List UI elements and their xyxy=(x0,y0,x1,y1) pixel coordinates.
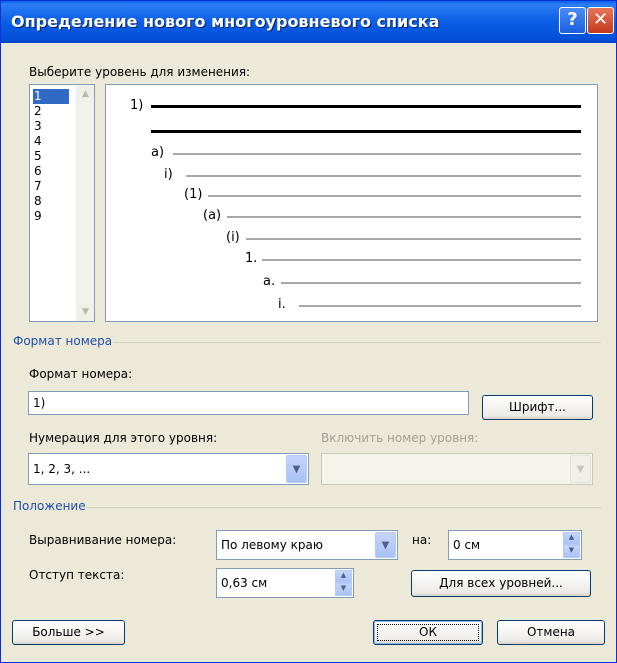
level-item[interactable]: 2 xyxy=(33,104,69,119)
preview-number-2: a) xyxy=(151,145,165,160)
scroll-down-icon[interactable]: ▼ xyxy=(78,304,93,320)
position-group-title: Положение xyxy=(13,499,86,513)
preview-number-4: (1) xyxy=(184,187,203,202)
preview-number-3: i) xyxy=(164,167,173,182)
spin-down-icon[interactable]: ▼ xyxy=(563,545,580,558)
chevron-down-icon[interactable]: ▼ xyxy=(286,455,307,483)
more-button[interactable]: Больше >> xyxy=(12,620,125,645)
level-listbox[interactable]: 1 2 3 4 5 6 7 8 9 ▲ ▼ xyxy=(29,84,95,322)
numbering-style-label: Нумерация для этого уровня: xyxy=(29,431,218,445)
numbering-style-value: 1, 2, 3, ... xyxy=(33,462,91,476)
chevron-down-icon[interactable]: ▼ xyxy=(375,532,396,558)
list-preview: 1) a) i) (1) (a) (i) 1. a. i. xyxy=(105,84,598,322)
preview-number-9: i. xyxy=(278,297,286,312)
level-item[interactable]: 6 xyxy=(33,164,69,179)
spin-up-icon[interactable]: ▲ xyxy=(335,570,352,583)
group-divider xyxy=(87,507,601,508)
help-button[interactable]: ? xyxy=(559,7,586,34)
ok-button[interactable]: ОК xyxy=(373,620,483,645)
preview-line xyxy=(281,282,581,284)
preview-number-1: 1) xyxy=(130,98,144,113)
align-at-spinner[interactable]: ▲ ▼ xyxy=(563,532,580,558)
preview-line xyxy=(151,105,581,108)
numbering-style-select[interactable]: 1, 2, 3, ... ▼ xyxy=(28,453,309,485)
title-bar[interactable]: Определение нового многоуровневого списк… xyxy=(1,1,616,43)
number-format-input[interactable]: 1) xyxy=(28,391,469,415)
number-format-group-title: Формат номера xyxy=(13,334,113,348)
preview-line xyxy=(227,216,581,218)
cancel-button[interactable]: Отмена xyxy=(497,620,605,645)
preview-line xyxy=(208,195,581,197)
align-at-input[interactable]: 0 см ▲ ▼ xyxy=(448,530,582,560)
scroll-up-icon[interactable]: ▲ xyxy=(78,86,93,102)
preview-line xyxy=(186,175,581,177)
preview-line xyxy=(299,305,581,307)
dialog-window: Определение нового многоуровневого списк… xyxy=(0,0,617,663)
align-label: Выравнивание номера: xyxy=(29,533,177,547)
spin-down-icon[interactable]: ▼ xyxy=(335,583,352,596)
indent-label: Отступ текста: xyxy=(29,568,125,582)
chevron-down-icon[interactable]: ▼ xyxy=(570,455,591,483)
number-align-value: По левому краю xyxy=(221,538,323,552)
preview-number-6: (i) xyxy=(226,230,240,245)
text-indent-spinner[interactable]: ▲ ▼ xyxy=(335,570,352,596)
preview-line xyxy=(151,130,581,133)
preview-line xyxy=(246,238,581,240)
text-indent-value: 0,63 см xyxy=(221,576,268,590)
level-item[interactable]: 4 xyxy=(33,134,69,149)
align-at-label: на: xyxy=(412,533,432,547)
font-button[interactable]: Шрифт... xyxy=(482,395,593,420)
level-item[interactable]: 7 xyxy=(33,179,69,194)
format-label: Формат номера: xyxy=(29,367,133,381)
close-button[interactable]: ✕ xyxy=(587,7,614,34)
include-level-label: Включить номер уровня: xyxy=(321,431,479,445)
align-at-value: 0 см xyxy=(453,538,481,552)
group-divider xyxy=(113,342,601,343)
preview-number-8: a. xyxy=(263,274,276,289)
include-level-select[interactable]: ▼ xyxy=(321,453,593,485)
spin-up-icon[interactable]: ▲ xyxy=(563,532,580,545)
level-item[interactable]: 1 xyxy=(33,89,69,104)
number-align-select[interactable]: По левому краю ▼ xyxy=(216,530,398,560)
preview-line xyxy=(262,259,581,261)
preview-line xyxy=(173,153,581,155)
preview-number-5: (a) xyxy=(203,208,222,223)
level-item[interactable]: 3 xyxy=(33,119,69,134)
level-select-label: Выберите уровень для изменения: xyxy=(29,65,251,79)
level-item[interactable]: 5 xyxy=(33,149,69,164)
level-list-scrollbar[interactable]: ▲ ▼ xyxy=(76,85,94,321)
focus-ring xyxy=(377,624,479,641)
text-indent-input[interactable]: 0,63 см ▲ ▼ xyxy=(216,568,354,598)
level-item[interactable]: 9 xyxy=(33,209,69,224)
preview-number-7: 1. xyxy=(245,251,258,266)
dialog-title: Определение нового многоуровневого списк… xyxy=(11,12,440,31)
level-item[interactable]: 8 xyxy=(33,194,69,209)
apply-all-levels-button[interactable]: Для всех уровней... xyxy=(411,570,591,597)
